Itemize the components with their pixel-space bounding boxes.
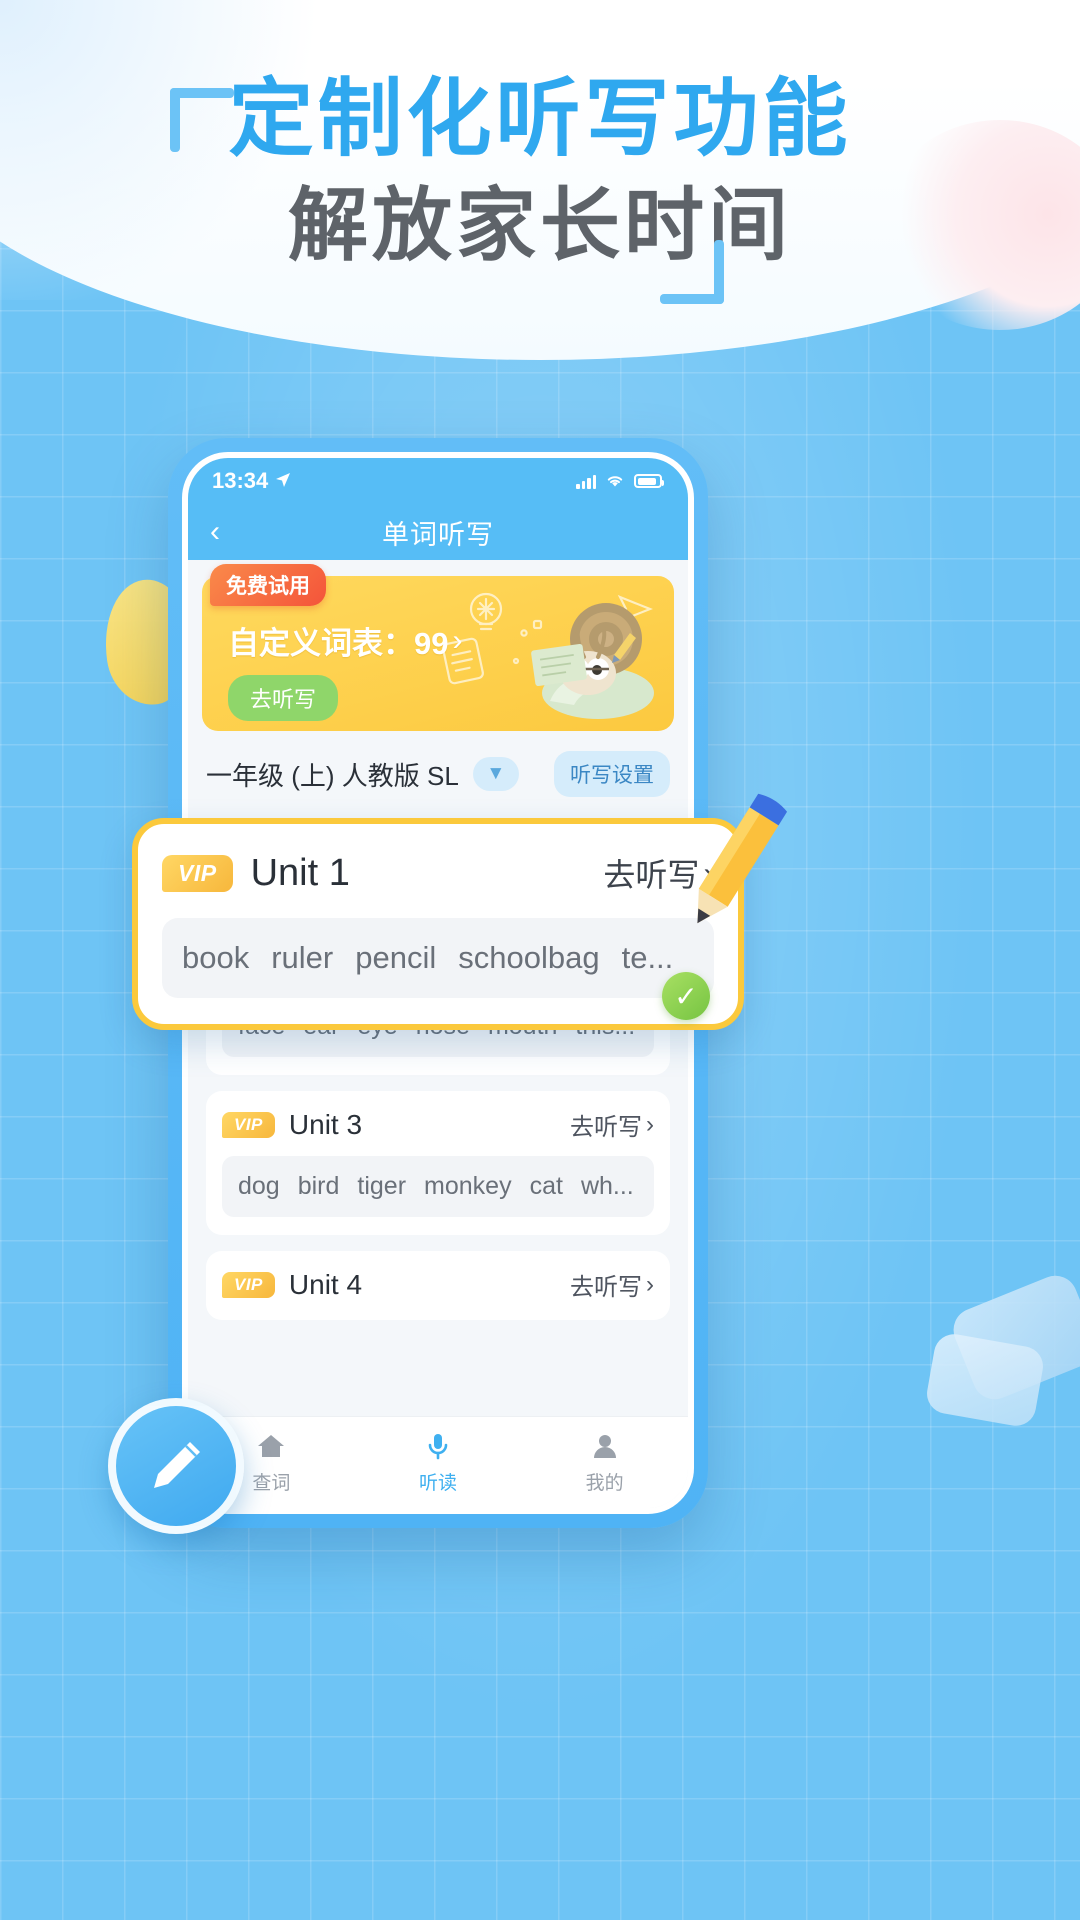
bracket-bottom-right [660, 240, 724, 304]
tab-lookup-label: 查词 [252, 1473, 291, 1494]
promo-dictation-button[interactable]: 去听写 [228, 675, 339, 721]
signal-bars-icon [576, 473, 596, 489]
unit-header: VIP Unit 4 去听写 › [222, 1267, 654, 1302]
vip-badge: VIP [222, 1111, 275, 1138]
mascot-illustration [442, 592, 654, 719]
grade-selector-row[interactable]: 一年级 (上) 人教版 SL ▼ 听写设置 [188, 731, 688, 813]
chevron-right-icon: › [646, 1270, 654, 1298]
unit-go-button[interactable]: 去听写 › [570, 1267, 654, 1302]
headline-block: 定制化听写功能 解放家长时间 [0, 70, 1080, 274]
user-icon [521, 1430, 688, 1464]
word-chip: dog [238, 1172, 280, 1200]
tab-profile-label: 我的 [585, 1473, 624, 1494]
wifi-icon [605, 468, 625, 494]
status-bar-left: 13:34 [212, 468, 291, 494]
tab-bar: 查词 听读 我的 [188, 1416, 688, 1508]
dictation-settings-button[interactable]: 听写设置 [554, 751, 670, 797]
word-chip: schoolbag [458, 940, 600, 975]
microphone-icon [355, 1430, 522, 1464]
unit-go-button[interactable]: 去听写 › [570, 1107, 654, 1142]
status-time: 13:34 [212, 468, 269, 493]
unit-card[interactable]: VIP Unit 4 去听写 › [206, 1251, 670, 1320]
word-chip: tiger [357, 1172, 407, 1200]
word-chip: book [182, 940, 250, 975]
unit-word-strip: dog bird tiger monkey cat wh... [222, 1156, 654, 1217]
battery-icon [634, 474, 664, 488]
headline-line-1: 定制化听写功能 [228, 72, 852, 167]
unit-go-label: 去听写 [570, 1114, 642, 1141]
status-bar-right [576, 468, 664, 494]
bracket-top-left [170, 88, 234, 152]
vip-badge: VIP [162, 854, 233, 892]
unit-name: Unit 3 [288, 1108, 363, 1140]
promo-title: 自定义词表：99 [228, 626, 449, 661]
headline-line-2: 解放家长时间 [288, 181, 792, 271]
status-bar: 13:34 [188, 458, 688, 504]
tab-listen-read[interactable]: 听读 [355, 1430, 522, 1495]
chevron-down-icon[interactable]: ▼ [472, 757, 519, 791]
screen-content: 免费试用 自定义词表：99 › 去听写 一年级 (上) 人教版 SL ▼ 听写设… [188, 560, 688, 1508]
word-chip: monkey [424, 1172, 512, 1200]
promo-banner-wrapper[interactable]: 免费试用 自定义词表：99 › 去听写 [202, 564, 674, 731]
highlighted-unit-card[interactable]: VIP Unit 1 去听写 › book ruler pencil schoo… [132, 793, 788, 1030]
word-chip: pencil [355, 940, 437, 975]
word-chip: bird [297, 1172, 340, 1200]
vip-badge: VIP [222, 1271, 275, 1298]
page-title: 单词听写 [382, 519, 494, 550]
nav-bar: ‹ 单词听写 [188, 504, 688, 560]
unit-header: VIP Unit 3 去听写 › [222, 1107, 654, 1142]
word-chip: wh... [580, 1172, 634, 1200]
floating-write-button[interactable] [108, 1398, 244, 1534]
pencil-icon [154, 1442, 200, 1488]
grade-name: 一年级 (上) 人教版 SL [206, 760, 459, 791]
unit-name: Unit 4 [288, 1268, 363, 1300]
unit-card[interactable]: VIP Unit 3 去听写 › dog bird tiger monkey c… [206, 1091, 670, 1235]
word-chip: cat [529, 1172, 563, 1200]
word-chip: te... [621, 940, 674, 975]
chevron-right-icon: › [646, 1110, 654, 1138]
check-circle-icon: ✓ [662, 972, 710, 1020]
unit-go-label: 去听写 [570, 1274, 642, 1301]
unit-name: Unit 1 [250, 851, 350, 894]
word-chip: ruler [271, 940, 334, 975]
free-trial-badge: 免费试用 [210, 564, 326, 606]
tab-listen-read-label: 听读 [419, 1473, 458, 1494]
location-arrow-icon [275, 468, 291, 494]
unit-header: VIP Unit 1 去听写 › [162, 850, 714, 896]
tab-profile[interactable]: 我的 [521, 1430, 688, 1495]
unit-word-strip: book ruler pencil schoolbag te... [162, 918, 714, 998]
